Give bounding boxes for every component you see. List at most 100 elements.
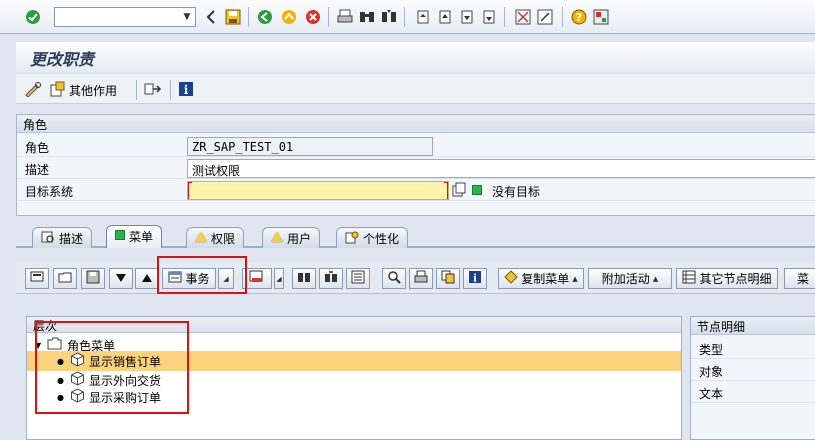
find-button[interactable] — [292, 268, 316, 289]
zoom-button[interactable] — [382, 268, 406, 289]
details-header: 节点明细 — [691, 317, 815, 335]
transaction-dropdown[interactable]: ◢ — [218, 268, 234, 289]
tab-description[interactable]: 描述 — [32, 227, 93, 248]
collapse-arrow-icon[interactable] — [202, 8, 220, 26]
find-icon[interactable] — [358, 8, 376, 26]
display-node-button[interactable] — [25, 268, 49, 289]
detail-object-label: 对象 — [691, 359, 815, 381]
enter-checkmark-icon[interactable] — [24, 8, 42, 26]
new-session-icon[interactable] — [514, 8, 532, 26]
transaction-button[interactable]: 事务 — [162, 268, 216, 289]
tree-item-label: 显示采购订单 — [88, 390, 161, 405]
next-page-icon[interactable] — [458, 8, 476, 26]
transaction-icon — [168, 270, 182, 287]
copy-menu-button[interactable]: 复制菜单 ▲ — [498, 268, 584, 289]
first-page-icon[interactable] — [414, 8, 432, 26]
command-field[interactable]: ▼ — [54, 7, 196, 27]
tree-item-purchase-order[interactable]: ● 显示采购订单 — [27, 387, 681, 407]
yellow-triangle-icon — [195, 232, 207, 242]
svg-text:i: i — [184, 83, 189, 97]
screen-icon — [30, 270, 44, 287]
transport-button[interactable] — [144, 81, 162, 99]
print-icon[interactable] — [336, 8, 354, 26]
tab-authorizations-label: 权限 — [211, 232, 236, 246]
tab-users-label: 用户 — [287, 232, 312, 246]
target-system-help-icon[interactable] — [451, 182, 467, 201]
group-header: 角色 — [17, 115, 815, 133]
other-functions-button[interactable]: 其他作用 — [50, 81, 117, 99]
menu-tree-pane: 层次 ▼ 角色菜单 ● 显示销售订单 ● 显示外向交货 ● 显示采购订单 — [26, 316, 682, 440]
menu-overflow-button[interactable]: 菜 — [784, 268, 815, 289]
additional-activities-button[interactable]: 附加活动 ▲ — [588, 268, 672, 289]
svg-text:?: ? — [576, 11, 582, 24]
documents-button[interactable] — [436, 268, 460, 289]
description-field[interactable]: 测试权限 — [187, 159, 815, 178]
tab-personalization-label: 个性化 — [363, 232, 400, 246]
list-button[interactable] — [346, 268, 370, 289]
application-toolbar: 其他作用 i — [16, 74, 815, 104]
other-functions-icon — [50, 81, 66, 100]
find-next-icon[interactable] — [380, 8, 398, 26]
tree-item-label: 显示销售订单 — [88, 354, 161, 369]
other-node-details-label: 其它节点明细 — [699, 272, 772, 286]
back-icon[interactable] — [256, 8, 274, 26]
description-row: 描述 测试权限 — [17, 157, 815, 179]
move-down-button[interactable] — [109, 268, 133, 289]
move-up-button[interactable] — [135, 268, 159, 289]
info-icon: i — [468, 270, 482, 287]
diskette-icon — [86, 270, 100, 287]
node-details-pane: 节点明细 类型 对象 文本 — [690, 316, 815, 440]
additional-activities-label: 附加活动 — [601, 272, 650, 286]
layout-menu-icon[interactable] — [592, 8, 610, 26]
yellow-triangle-icon — [271, 232, 283, 242]
role-field[interactable]: ZR_SAP_TEST_01 — [187, 137, 433, 156]
personalization-icon — [345, 230, 359, 247]
tree-toolbar: 事务 ◢ ◢ i 复制菜单 ▲ 附加活动 ▲ 其它节点明细 菜 — [16, 262, 815, 294]
print-tree-button[interactable] — [409, 268, 433, 289]
triangle-down-icon — [115, 272, 127, 286]
tab-users[interactable]: 用户 — [262, 227, 321, 248]
info-icon: i — [178, 81, 194, 100]
expand-triangle-icon[interactable]: ▼ — [35, 341, 41, 350]
delete-node-dropdown[interactable]: ◢ — [274, 268, 284, 289]
shortcut-icon[interactable] — [536, 8, 554, 26]
info-button[interactable]: i — [178, 81, 194, 99]
tree-info-button[interactable]: i — [463, 268, 487, 289]
chevron-down-icon[interactable]: ▼ — [179, 8, 195, 26]
bullet-icon: ● — [57, 392, 64, 402]
delete-node-button[interactable] — [242, 268, 272, 289]
target-system-label: 目标系统 — [25, 185, 74, 199]
description-tab-icon — [41, 230, 55, 247]
tree-item-sales-order[interactable]: ● 显示销售订单 — [27, 351, 681, 371]
exit-icon[interactable] — [280, 8, 298, 26]
create-folder-button[interactable] — [53, 268, 77, 289]
previous-page-icon[interactable] — [436, 8, 454, 26]
save-icon[interactable] — [224, 8, 242, 26]
tab-menu[interactable]: 菜单 — [106, 225, 163, 248]
tab-personalization[interactable]: 个性化 — [336, 227, 409, 248]
last-page-icon[interactable] — [480, 8, 498, 26]
transaction-label: 事务 — [185, 272, 210, 286]
tab-authorizations[interactable]: 权限 — [186, 227, 245, 248]
role-group-box: 角色 角色 ZR_SAP_TEST_01 描述 测试权限 目标系统 没有目标 — [16, 114, 815, 216]
green-square-icon — [115, 230, 125, 240]
transaction-cube-icon — [70, 388, 85, 406]
delete-node-icon — [249, 270, 265, 287]
copy-menu-icon — [504, 270, 519, 287]
detail-type-label: 类型 — [691, 337, 815, 359]
save-node-button[interactable] — [81, 268, 105, 289]
help-icon[interactable]: ? — [570, 8, 588, 26]
target-system-field[interactable] — [187, 181, 449, 200]
find-next-button[interactable] — [319, 268, 343, 289]
display-change-button[interactable] — [24, 81, 42, 99]
page-title: 更改职责 — [30, 50, 95, 69]
cancel-icon[interactable] — [304, 8, 322, 26]
tree-item-label: 显示外向交货 — [88, 373, 161, 388]
no-target-label: 没有目标 — [492, 185, 541, 199]
other-node-details-button[interactable]: 其它节点明细 — [676, 268, 778, 289]
tab-strip: 描述 菜单 权限 用户 个性化 — [16, 224, 815, 248]
status-green-icon — [472, 185, 482, 195]
pencil-glasses-icon — [24, 81, 42, 100]
list-icon — [351, 270, 365, 287]
menu-overflow-label: 菜 — [797, 272, 810, 286]
